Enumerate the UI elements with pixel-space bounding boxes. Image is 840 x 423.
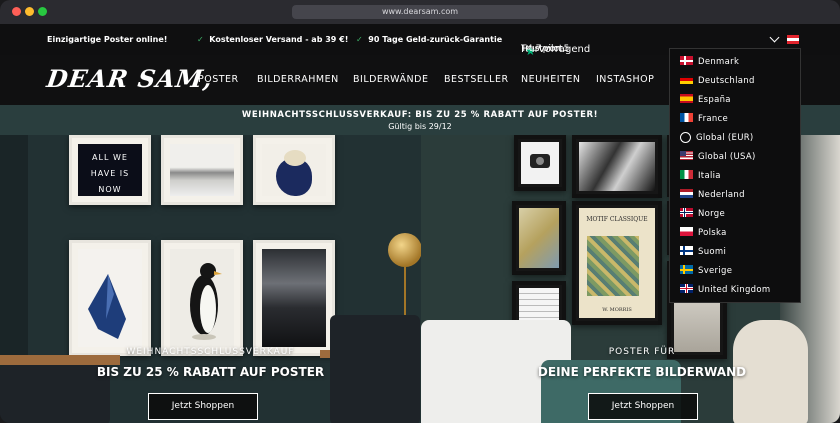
flag-es-icon xyxy=(680,94,693,103)
poster-camera xyxy=(514,135,566,191)
flag-us-icon xyxy=(680,151,693,160)
country-label: Denmark xyxy=(698,57,740,67)
minimize-window-button[interactable] xyxy=(25,7,34,16)
poster-map xyxy=(512,201,566,275)
check-icon: ✓ xyxy=(356,35,363,44)
flag-dk-icon xyxy=(680,56,693,65)
hero-right-eyebrow: POSTER FÜR xyxy=(608,347,676,357)
hero-left[interactable]: ALL WE HAVE IS NOW WEIHNACHTSSCHLUSSVERK… xyxy=(0,135,421,423)
flag-de-icon xyxy=(680,75,693,84)
country-label: Deutschland xyxy=(698,76,755,86)
poster-all-we-have-is-now: ALL WE HAVE IS NOW xyxy=(69,135,151,205)
country-label: España xyxy=(698,95,731,105)
usp-guarantee: ✓ 90 Tage Geld-zurück-Garantie xyxy=(356,35,502,44)
flag-at-icon[interactable] xyxy=(787,35,799,44)
country-label: France xyxy=(698,114,729,124)
flag-it-icon xyxy=(680,170,693,179)
trustpilot-label: Trustpilot xyxy=(521,44,563,54)
country-option-global-usa[interactable]: Global (USA) xyxy=(680,149,756,165)
address-bar[interactable]: www.dearsam.com xyxy=(292,5,548,19)
country-option-global-eur[interactable]: Global (EUR) xyxy=(680,130,754,146)
flag-fi-icon xyxy=(680,246,693,255)
country-label: United Kingdom xyxy=(698,285,771,295)
poster-motif-title: MOTIF CLASSIQUE xyxy=(586,216,648,223)
flag-se-icon xyxy=(680,265,693,274)
country-option-nederland[interactable]: Nederland xyxy=(680,187,745,203)
poster-motif-classique: MOTIF CLASSIQUE W. MORRIS xyxy=(572,201,662,325)
country-label: Polska xyxy=(698,228,727,238)
maximize-window-button[interactable] xyxy=(38,7,47,16)
poster-motif-author: W. MORRIS xyxy=(602,307,632,313)
usp-guarantee-label: 90 Tage Geld-zurück-Garantie xyxy=(368,35,503,44)
country-label: Italia xyxy=(698,171,721,181)
hero-left-title: BIS ZU 25 % RABATT AUF POSTER xyxy=(96,365,325,379)
country-option-united-kingdom[interactable]: United Kingdom xyxy=(680,282,770,298)
country-label: Norge xyxy=(698,209,726,219)
country-label: Sverige xyxy=(698,266,733,276)
nav-link-neuheiten[interactable]: NEUHEITEN xyxy=(521,74,580,85)
logo[interactable]: DEAR SAM, xyxy=(45,64,215,93)
nav-link-bestseller[interactable]: BESTSELLER xyxy=(444,74,509,85)
country-option-polska[interactable]: Polska xyxy=(680,225,727,241)
hero-left-eyebrow: WEIHNACHTSSCHLUSSVERKAUF xyxy=(126,347,295,357)
flag-no-icon xyxy=(680,208,693,217)
lamp xyxy=(388,233,421,267)
country-option-france[interactable]: France xyxy=(680,111,728,127)
country-label: Nederland xyxy=(698,190,745,200)
usp-tagline: Einzigartige Poster online! xyxy=(47,35,168,44)
country-option-denmark[interactable]: Denmark xyxy=(680,54,739,70)
country-label: Suomi xyxy=(698,247,727,257)
country-option-deutschland[interactable]: Deutschland xyxy=(680,73,755,89)
check-icon: ✓ xyxy=(197,35,204,44)
country-option-sverige[interactable]: Sverige xyxy=(680,263,732,279)
nav-link-bilderrahmen[interactable]: BILDERRAHMEN xyxy=(257,74,339,85)
poster-blue-figure xyxy=(69,240,151,356)
poster-blue-abstract xyxy=(253,135,335,205)
poster-text: ALL WE HAVE IS NOW xyxy=(78,144,142,196)
poster-penguin xyxy=(161,240,243,356)
poster-mountain xyxy=(253,240,335,356)
poster-misty-forest xyxy=(161,135,243,205)
country-label: Global (USA) xyxy=(698,152,756,162)
country-option-italia[interactable]: Italia xyxy=(680,168,721,184)
usp-shipping-label: Kostenloser Versand - ab 39 €! xyxy=(209,35,349,44)
country-dropdown[interactable]: Denmark Deutschland España France Global… xyxy=(669,48,801,303)
browser-titlebar: www.dearsam.com xyxy=(0,0,840,24)
flag-gb-icon xyxy=(680,284,693,293)
close-window-button[interactable] xyxy=(12,7,21,16)
country-option-espana[interactable]: España xyxy=(680,92,731,108)
shop-now-button-left[interactable]: Jetzt Shoppen xyxy=(148,393,258,420)
nav-link-bilderwaende[interactable]: BILDERWÄNDE xyxy=(353,74,428,85)
country-option-suomi[interactable]: Suomi xyxy=(680,244,726,260)
flag-pl-icon xyxy=(680,227,693,236)
flag-fr-icon xyxy=(680,113,693,122)
nav-link-poster[interactable]: POSTER xyxy=(198,74,239,85)
country-option-norge[interactable]: Norge xyxy=(680,206,725,222)
country-label: Global (EUR) xyxy=(696,133,754,143)
browser-window: www.dearsam.com Einzigartige Poster onli… xyxy=(0,0,840,423)
globe-icon xyxy=(680,132,691,143)
usp-shipping: ✓ Kostenloser Versand - ab 39 €! xyxy=(197,35,348,44)
flag-nl-icon xyxy=(680,189,693,198)
hero-right-title: DEINE PERFEKTE BILDERWAND xyxy=(537,365,747,379)
poster-photo-bw xyxy=(572,135,662,198)
nav-link-instashop[interactable]: INSTASHOP xyxy=(596,74,654,85)
shop-now-button-right[interactable]: Jetzt Shoppen xyxy=(588,393,698,420)
